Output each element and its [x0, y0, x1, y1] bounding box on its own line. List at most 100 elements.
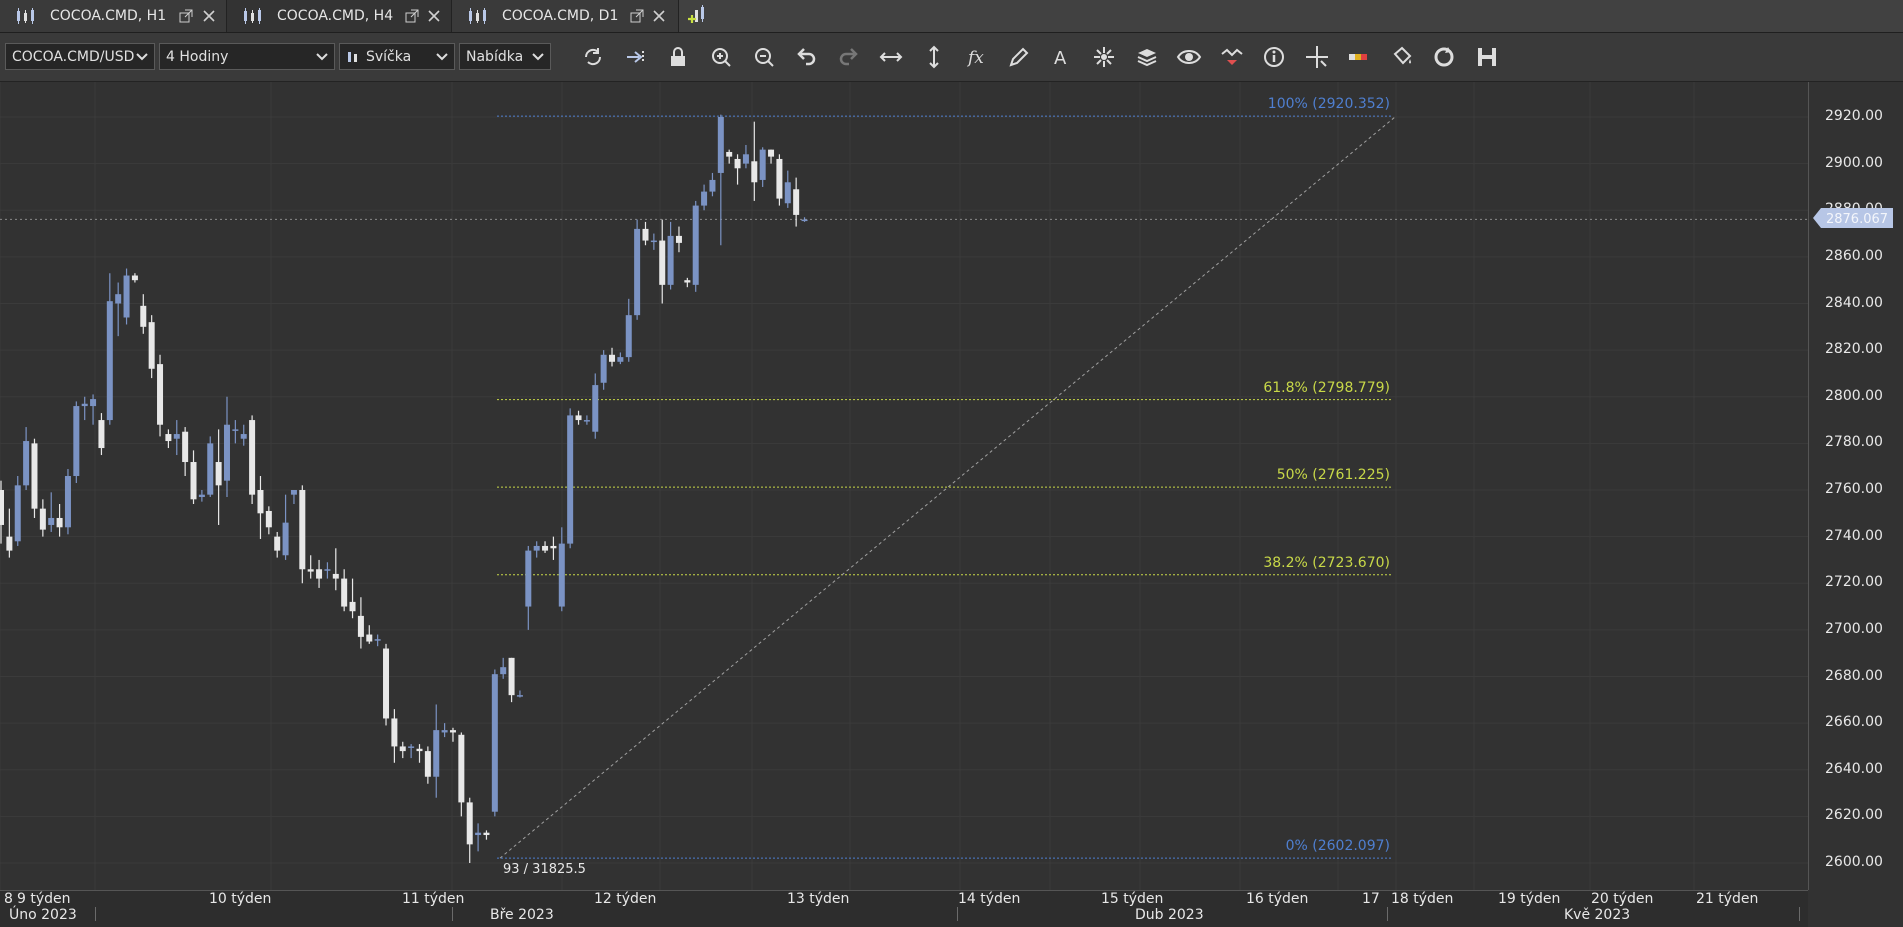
candle[interactable] [240, 424, 247, 446]
candle[interactable] [416, 744, 423, 763]
horizontal-resize-icon[interactable] [876, 43, 906, 71]
candle[interactable] [508, 657, 515, 703]
candle[interactable] [542, 541, 549, 553]
candle[interactable] [249, 415, 256, 504]
candle[interactable] [441, 723, 448, 738]
candle[interactable] [684, 277, 691, 288]
candle[interactable] [23, 427, 30, 490]
tab-cocoa-h1[interactable]: COCOA.CMD, H1 [0, 0, 227, 32]
candle[interactable] [433, 704, 440, 798]
candle[interactable] [458, 732, 465, 817]
candle[interactable] [475, 823, 482, 852]
detach-icon[interactable] [179, 9, 193, 23]
candle[interactable] [793, 177, 800, 227]
candle[interactable] [625, 298, 632, 362]
candle[interactable] [148, 315, 155, 379]
candle[interactable] [483, 830, 490, 840]
candle[interactable] [0, 480, 4, 544]
candle[interactable] [115, 282, 122, 337]
candle[interactable] [533, 541, 540, 558]
candle[interactable] [575, 410, 582, 425]
candle[interactable] [558, 527, 565, 612]
detach-icon[interactable] [405, 9, 419, 23]
vertical-resize-icon[interactable] [919, 43, 949, 71]
save-icon[interactable] [1472, 43, 1502, 71]
candle[interactable] [257, 476, 264, 539]
candle[interactable] [198, 490, 205, 502]
candle[interactable] [391, 709, 398, 763]
candle[interactable] [675, 226, 682, 253]
candle[interactable] [399, 741, 406, 759]
eye-icon[interactable] [1174, 43, 1204, 71]
candle[interactable] [650, 233, 657, 250]
candle[interactable] [106, 273, 113, 425]
candle[interactable] [768, 149, 775, 164]
candle[interactable] [784, 170, 791, 208]
pattern-icon[interactable] [1089, 43, 1119, 71]
candle[interactable] [307, 555, 314, 579]
candle[interactable] [692, 200, 699, 292]
zoom-out-icon[interactable] [749, 43, 779, 71]
auto-scroll-icon[interactable] [621, 43, 651, 71]
candle[interactable] [56, 503, 63, 537]
candle[interactable] [123, 268, 130, 325]
indicators-fx-icon[interactable]: fx [962, 43, 992, 71]
candle[interactable] [207, 436, 214, 497]
candle[interactable] [449, 727, 456, 742]
close-icon[interactable] [202, 9, 216, 23]
candle[interactable] [131, 273, 138, 283]
candle[interactable] [73, 401, 80, 484]
candle[interactable] [759, 147, 766, 187]
close-icon[interactable] [652, 9, 666, 23]
candle[interactable] [491, 669, 498, 817]
candle[interactable] [701, 184, 708, 211]
price-chart[interactable] [0, 82, 1808, 890]
candle[interactable] [366, 625, 373, 644]
add-chart-icon[interactable] [686, 4, 710, 28]
candle[interactable] [341, 569, 348, 612]
candle[interactable] [165, 429, 172, 449]
refresh-icon[interactable] [578, 43, 608, 71]
candle[interactable] [98, 413, 105, 456]
candle[interactable] [634, 219, 641, 320]
candle[interactable] [274, 531, 281, 558]
tab-cocoa-h4[interactable]: COCOA.CMD, H4 [227, 0, 452, 32]
undo-icon[interactable] [791, 43, 821, 71]
candle[interactable] [48, 492, 55, 532]
candle[interactable] [600, 350, 607, 390]
candle[interactable] [190, 450, 197, 504]
theme-colors-icon[interactable] [1344, 43, 1374, 71]
candle[interactable] [299, 485, 306, 584]
pencil-icon[interactable] [1004, 43, 1034, 71]
candle[interactable] [583, 415, 590, 425]
candle[interactable] [64, 469, 71, 535]
info-icon[interactable] [1259, 43, 1289, 71]
candle[interactable] [726, 149, 733, 164]
trade-arrows-icon[interactable] [1217, 43, 1247, 71]
instrument-select[interactable]: COCOA.CMD/USD [5, 43, 155, 70]
candle[interactable] [232, 420, 239, 444]
candle[interactable] [349, 578, 356, 619]
sync-icon[interactable] [1429, 43, 1459, 71]
candle[interactable] [709, 172, 716, 197]
price-side-select[interactable]: Nabídka [459, 43, 551, 70]
candle[interactable] [550, 536, 557, 560]
detach-icon[interactable] [630, 9, 644, 23]
paint-bucket-icon[interactable] [1387, 43, 1417, 71]
candle[interactable] [374, 634, 381, 647]
candle[interactable] [717, 114, 724, 246]
candle[interactable] [31, 438, 38, 518]
candle[interactable] [332, 548, 339, 591]
candle[interactable] [157, 354, 164, 437]
redo-icon[interactable] [834, 43, 864, 71]
candle[interactable] [282, 494, 289, 560]
candle[interactable] [6, 508, 13, 558]
candle[interactable] [525, 545, 532, 630]
candle[interactable] [173, 420, 180, 456]
candle[interactable] [466, 797, 473, 863]
candle[interactable] [742, 144, 749, 169]
candle[interactable] [290, 490, 297, 504]
candle[interactable] [642, 221, 649, 246]
candle[interactable] [182, 427, 189, 477]
crosshair-icon[interactable] [1302, 43, 1332, 71]
